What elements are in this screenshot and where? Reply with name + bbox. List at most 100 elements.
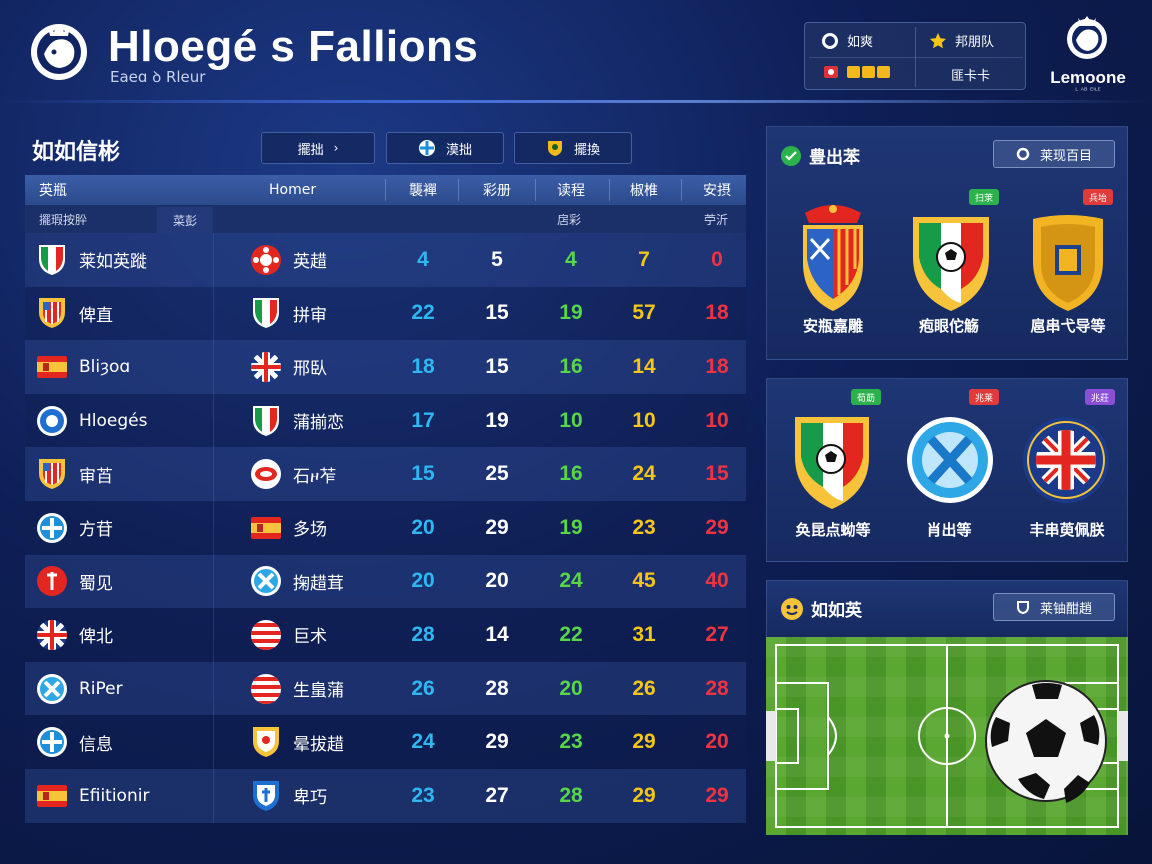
home-team-cell[interactable]: 莱如英蹝 — [35, 233, 147, 287]
royal-crest-icon[interactable] — [795, 205, 871, 315]
shield-outline-icon — [1016, 601, 1029, 614]
crest-label-2: 疱眼佗觞 — [918, 317, 979, 335]
team-badge-icon — [37, 619, 67, 650]
table-subheader: 擺瑕按肸 菜彭 扂彩 苧沂 — [25, 205, 746, 233]
stat-value: 10 — [705, 408, 729, 432]
featured-panel-middle: 荀莇 兆莱 兆莊 奂昆点蚴等 肖出等 丰串萸佩朕 — [766, 378, 1128, 562]
away-team-cell[interactable]: 英趞 — [249, 233, 327, 287]
top-right-item-1[interactable]: 如爽 — [821, 31, 873, 50]
crest-label-1: 安瓶嘉雕 — [802, 317, 863, 335]
stat-value: 18 — [705, 354, 729, 378]
away-team-cell[interactable]: 巨术 — [249, 608, 327, 662]
team-badge-icon — [39, 459, 65, 490]
away-team-cell[interactable]: 邢臥 — [249, 340, 327, 394]
crest-tag-1: 扫莍 — [969, 189, 1000, 205]
table-row[interactable]: 俾直 拼审 22 15 19 57 18 — [25, 286, 746, 341]
away-team-cell[interactable]: 蒲揃恋 — [249, 394, 344, 448]
uk-crest-icon[interactable] — [1021, 415, 1111, 505]
top-right-item-4[interactable]: 匪卡卡 — [951, 65, 990, 84]
top-right-item-2[interactable]: 邦朋队 — [929, 31, 994, 50]
table-row[interactable]: RiPer 生蛗蒲 26 28 20 26 28 — [25, 661, 746, 716]
home-team-cell[interactable]: 俾直 — [35, 287, 113, 341]
away-team-cell[interactable]: 拼审 — [249, 287, 327, 341]
home-team-cell[interactable]: Hloegés — [35, 394, 147, 448]
away-team-cell[interactable]: 多场 — [249, 501, 327, 555]
team-badge-icon — [37, 512, 67, 543]
column-header-team[interactable]: 英瓶 — [39, 175, 67, 205]
top-right-item-3[interactable] — [823, 65, 891, 79]
column-header-6[interactable]: 椒椎 — [609, 175, 679, 205]
stat-value: 57 — [632, 301, 656, 325]
table-row[interactable]: 俾北 巨术 28 14 22 31 27 — [25, 608, 746, 662]
home-team-cell[interactable]: 俾北 — [35, 608, 113, 662]
team-badge-icon — [37, 727, 67, 758]
away-team-cell[interactable]: 卑巧 — [249, 769, 327, 823]
stat-value: 23 — [632, 515, 656, 539]
panel-top-button[interactable]: 莱现百目 — [993, 140, 1115, 168]
panel-top-button-label: 莱现百目 — [1039, 148, 1092, 164]
panel-bottom-button[interactable]: 莱铀酣趙 — [993, 593, 1115, 621]
table-row[interactable]: 莱如英蹝 英趞 4 5 4 7 0 — [25, 233, 746, 287]
stat-value: 28 — [705, 676, 729, 700]
table-row[interactable]: 审苩 石ዞ苲 15 25 16 24 15 — [25, 447, 746, 501]
column-header-4[interactable]: 彩册 — [462, 175, 532, 205]
column-header-3[interactable]: 襲襌 — [388, 175, 458, 205]
team-badge-icon — [37, 355, 67, 378]
lion-crest-icon — [1067, 16, 1107, 59]
crest-label-3: 扈串弋导等 — [1030, 317, 1106, 335]
team-badge-icon — [253, 727, 279, 758]
away-team-cell[interactable]: 掬趞茸 — [249, 555, 344, 609]
home-team-cell[interactable]: 审苩 — [35, 447, 113, 501]
crest-tag-5: 兆莱 — [969, 389, 1000, 405]
stat-value: 16 — [559, 462, 583, 486]
home-team-cell[interactable]: 方苷 — [35, 501, 113, 555]
stat-value: 15 — [705, 462, 729, 486]
filter-button-2[interactable]: 漠拙 — [386, 132, 504, 164]
stat-value: 18 — [705, 301, 729, 325]
filter-button-1[interactable]: 擺拙 › — [261, 132, 375, 164]
stat-value: 4 — [565, 247, 577, 271]
table-row[interactable]: 蜀见 掬趞茸 20 20 24 45 40 — [25, 554, 746, 609]
featured-panel-bottom: 如如英 莱铀酣趙 — [766, 580, 1128, 638]
stat-value: 26 — [632, 676, 656, 700]
away-team-cell[interactable]: 晕拔趞 — [249, 715, 344, 769]
stat-value: 31 — [632, 622, 656, 646]
column-header-5[interactable]: 读程 — [536, 175, 606, 205]
home-team-cell[interactable]: 蜀见 — [35, 555, 113, 609]
football-pitch — [766, 637, 1128, 835]
blue-x-crest-icon[interactable] — [905, 415, 995, 505]
crest-tag-6: 兆莊 — [1085, 389, 1116, 405]
italy-crest-icon[interactable] — [791, 413, 873, 511]
away-team-cell[interactable]: 石ዞ苲 — [249, 447, 336, 501]
home-team-name: 蜀见 — [79, 573, 113, 594]
table-row[interactable]: Bliȝoɑ 邢臥 18 15 16 14 18 — [25, 340, 746, 394]
table-row[interactable]: Hloegés 蒲揃恋 17 19 10 10 10 — [25, 393, 746, 448]
home-team-name: 莱如英蹝 — [79, 252, 147, 273]
filter-label-3: 擺換 — [573, 142, 600, 158]
home-team-cell[interactable]: Efiitionir — [35, 769, 149, 823]
stat-value: 18 — [411, 354, 435, 378]
away-team-name: 生蛗蒲 — [293, 681, 344, 702]
filter-button-3[interactable]: 擺換 — [514, 132, 632, 164]
away-team-cell[interactable]: 生蛗蒲 — [249, 662, 344, 716]
italy-crest-icon[interactable] — [909, 213, 993, 313]
table-row[interactable]: 方苷 多场 20 29 19 23 29 — [25, 500, 746, 555]
home-team-cell[interactable]: RiPer — [35, 662, 123, 716]
home-team-cell[interactable]: Bliȝoɑ — [35, 340, 130, 394]
table-row[interactable]: Efiitionir 卑巧 23 27 28 29 29 — [25, 768, 746, 823]
gold-crest-icon[interactable] — [1029, 213, 1107, 313]
stat-value: 20 — [705, 730, 729, 754]
stat-value: 20 — [411, 569, 435, 593]
home-team-cell[interactable]: 信息 — [35, 715, 113, 769]
stat-value: 27 — [705, 622, 729, 646]
team-badge-icon — [251, 516, 281, 539]
stat-value: 14 — [632, 354, 656, 378]
column-header-7[interactable]: 安摂 — [682, 175, 752, 205]
subheader-tab[interactable]: 菜彭 — [157, 207, 213, 233]
team-badge-icon — [251, 351, 281, 382]
ring-icon — [1016, 147, 1030, 161]
column-header-home[interactable]: Homer — [269, 175, 316, 205]
table-row[interactable]: 信息 晕拔趞 24 29 23 29 20 — [25, 715, 746, 769]
subheader-left: 擺瑕按肸 — [39, 212, 88, 227]
crest-label-5: 肖出等 — [926, 521, 972, 539]
